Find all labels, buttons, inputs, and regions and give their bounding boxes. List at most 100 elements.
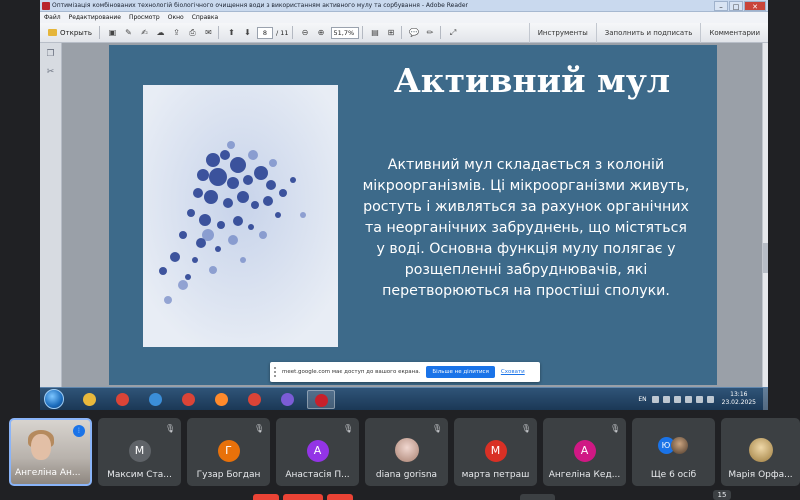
- avatar: М: [484, 440, 507, 462]
- share-icon[interactable]: ⇪: [170, 26, 183, 39]
- taskbar-app-button[interactable]: [307, 390, 335, 409]
- taskbar-app-button[interactable]: [109, 390, 137, 409]
- mic-off-icon: 🎙: [610, 424, 621, 433]
- participant-tile[interactable]: 🎙 А Анастасія П...: [276, 418, 359, 486]
- pdf-slide: Активний мул Активний мул складається з …: [109, 45, 717, 385]
- control-button-hint[interactable]: [327, 494, 353, 500]
- page-up-icon[interactable]: ⬆: [225, 26, 238, 39]
- control-button-hint[interactable]: [253, 494, 279, 500]
- close-button[interactable]: ✕: [744, 1, 766, 11]
- participant-tile[interactable]: 🎙 diana gorisna: [365, 418, 448, 486]
- reader-title-bar: Оптимізація комбінованих технологій біол…: [40, 0, 768, 12]
- show-desktop-button[interactable]: [763, 388, 768, 410]
- open-label: Открыть: [60, 28, 92, 37]
- battery-icon[interactable]: [695, 395, 703, 403]
- menu-edit[interactable]: Редактирование: [69, 12, 121, 23]
- avatar: А: [573, 440, 596, 462]
- fit-width-icon[interactable]: ⊞: [385, 26, 398, 39]
- taskbar-app-button[interactable]: [241, 390, 269, 409]
- print-icon[interactable]: ⎙: [186, 26, 199, 39]
- page-number-input[interactable]: 8: [257, 26, 273, 39]
- menu-file[interactable]: Файл: [44, 12, 61, 23]
- participant-tile[interactable]: 🎙 Ммарта петраш: [454, 418, 537, 486]
- menu-window[interactable]: Окно: [168, 12, 184, 23]
- chrome-icon: [182, 393, 195, 406]
- participant-count-badge[interactable]: 15: [713, 490, 731, 500]
- pages-icon[interactable]: ❐: [45, 49, 57, 61]
- open-button[interactable]: Открыть: [44, 26, 96, 40]
- windows-taskbar: EN 13:16 23.02.2025: [40, 387, 768, 410]
- toolbar-panels: Инструменты Заполнить и подписать Коммен…: [528, 23, 768, 43]
- menu-view[interactable]: Просмотр: [129, 12, 160, 23]
- viber-icon: [281, 393, 294, 406]
- chrome-icon: [116, 393, 129, 406]
- mic-off-icon: 🎙: [165, 424, 176, 433]
- screen-share-notice: meet.google.com має доступ до вашого екр…: [270, 362, 540, 382]
- participant-name: Анастасія П...: [285, 470, 350, 480]
- scrollbar-thumb[interactable]: [763, 243, 768, 273]
- fit-page-icon[interactable]: ▤: [369, 26, 382, 39]
- expand-icon[interactable]: ⤢: [447, 26, 460, 39]
- self-participant-tile[interactable]: ⋮ Ангеліна Ан...: [9, 418, 92, 486]
- email-icon[interactable]: ✉: [202, 26, 215, 39]
- language-indicator[interactable]: EN: [638, 396, 646, 403]
- flag-icon[interactable]: [662, 395, 670, 403]
- zoom-out-icon[interactable]: ⊖: [299, 26, 312, 39]
- adobe-reader-icon: [315, 394, 328, 407]
- vertical-scrollbar[interactable]: [762, 43, 768, 387]
- taskbar-app-button[interactable]: [274, 390, 302, 409]
- menu-bar: Файл Редактирование Просмотр Окно Справк…: [40, 12, 768, 23]
- toolbar-divider: [400, 26, 402, 39]
- comments-tab[interactable]: Комментарии: [700, 23, 768, 43]
- maximize-button[interactable]: □: [729, 1, 743, 11]
- window-title: Оптимізація комбінованих технологій біол…: [52, 2, 469, 9]
- stop-sharing-button[interactable]: Більше не ділитися: [426, 366, 495, 378]
- participant-tile[interactable]: Марія Орфа...: [721, 418, 800, 486]
- participant-face: [31, 434, 51, 460]
- cloud-icon[interactable]: ☁: [154, 26, 167, 39]
- zoom-select[interactable]: 51,7%: [330, 26, 359, 39]
- participant-tile[interactable]: 🎙 М Максим Ста...: [98, 418, 181, 486]
- mic-off-icon: 🎙: [254, 424, 265, 433]
- taskbar-app-button[interactable]: [76, 390, 104, 409]
- participant-name: Ангеліна Ан...: [15, 468, 81, 478]
- document-area[interactable]: Активний мул Активний мул складається з …: [62, 43, 762, 387]
- start-button[interactable]: [44, 389, 64, 409]
- menu-help[interactable]: Справка: [192, 12, 218, 23]
- attachments-icon[interactable]: ✂: [45, 67, 57, 79]
- taskbar-app-button[interactable]: [142, 390, 170, 409]
- network-icon[interactable]: [673, 395, 681, 403]
- participant-tile[interactable]: 🎙 Г Гузар Богдан: [187, 418, 270, 486]
- participant-name: Гузар Богдан: [196, 470, 261, 480]
- taskbar-clock[interactable]: 13:16 23.02.2025: [722, 391, 756, 407]
- sign-icon[interactable]: ✍: [138, 26, 151, 39]
- hide-notice-button[interactable]: Сховати: [501, 369, 525, 375]
- speaking-indicator-icon: ⋮: [73, 425, 85, 437]
- navigation-pane: ❐ ✂: [40, 43, 62, 387]
- minimize-button[interactable]: –: [714, 1, 728, 11]
- taskbar-app-button[interactable]: [208, 390, 236, 409]
- participant-tile[interactable]: 🎙 А Ангеліна Кед...: [543, 418, 626, 486]
- create-pdf-icon[interactable]: ▣: [106, 26, 119, 39]
- page-down-icon[interactable]: ⬇: [241, 26, 254, 39]
- ie-icon: [149, 393, 162, 406]
- drag-handle-icon[interactable]: [274, 367, 278, 377]
- tray-expand-icon[interactable]: [706, 395, 714, 403]
- zoom-in-icon[interactable]: ⊕: [315, 26, 328, 39]
- reader-toolbar: Открыть ▣ ✎ ✍ ☁ ⇪ ⎙ ✉ ⬆ ⬇ 8 / 11 ⊖ ⊕ 51,…: [40, 23, 768, 43]
- more-participants-tile[interactable]: Ю Ще 6 осіб: [632, 418, 715, 486]
- help-icon[interactable]: [651, 395, 659, 403]
- toolbar-divider: [291, 26, 293, 39]
- toolbar-divider: [361, 26, 363, 39]
- comment-icon[interactable]: 💬: [408, 26, 421, 39]
- taskbar-app-button[interactable]: [175, 390, 203, 409]
- edit-icon[interactable]: ✎: [122, 26, 135, 39]
- control-button-hint[interactable]: [283, 494, 323, 500]
- fill-sign-tab[interactable]: Заполнить и подписать: [595, 23, 701, 43]
- folder-icon: [48, 29, 57, 36]
- tools-tab[interactable]: Инструменты: [528, 23, 596, 43]
- volume-icon[interactable]: [684, 395, 692, 403]
- highlight-icon[interactable]: ✏: [424, 26, 437, 39]
- more-participants-avatars: Ю: [657, 437, 690, 455]
- control-button-hint[interactable]: [520, 494, 555, 500]
